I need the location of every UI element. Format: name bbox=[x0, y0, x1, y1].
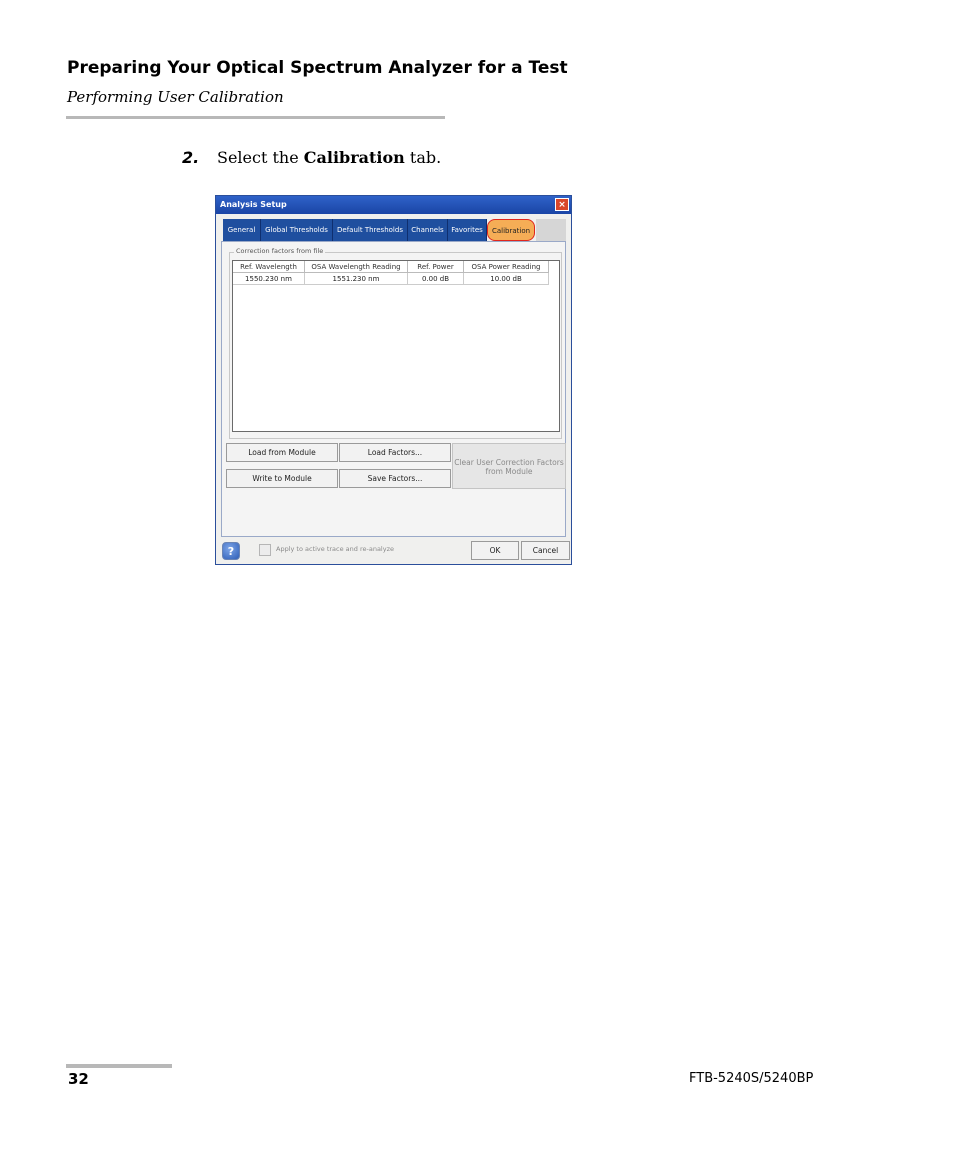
table-cell[interactable]: 0.00 dB bbox=[408, 273, 464, 285]
footer-divider bbox=[66, 1064, 172, 1068]
tab-favorites[interactable]: Favorites bbox=[448, 219, 487, 241]
step-text-after: tab. bbox=[404, 148, 442, 167]
tab-calibration[interactable]: Calibration bbox=[487, 219, 535, 241]
step-text-before: Select the bbox=[217, 148, 304, 167]
tab-general[interactable]: General bbox=[223, 219, 261, 241]
apply-checkbox-label: Apply to active trace and re-analyze bbox=[276, 545, 394, 553]
page-number: 32 bbox=[68, 1070, 89, 1088]
tab-channels[interactable]: Channels bbox=[408, 219, 448, 241]
close-icon[interactable]: × bbox=[555, 198, 569, 211]
tab-strip-filler bbox=[536, 219, 566, 241]
ok-button[interactable]: OK bbox=[471, 541, 519, 560]
dialog-titlebar: Analysis Setup × bbox=[216, 196, 571, 214]
apply-checkbox[interactable] bbox=[259, 544, 271, 556]
step-text-bold: Calibration bbox=[303, 148, 405, 167]
tab-default-thresholds[interactable]: Default Thresholds bbox=[333, 219, 408, 241]
table-cell[interactable]: 1550.230 nm bbox=[233, 273, 305, 285]
analysis-setup-dialog: Analysis Setup × General Global Threshol… bbox=[215, 195, 572, 565]
step-number: 2. bbox=[182, 148, 200, 167]
calibration-panel: Correction factors from file Ref. Wavele… bbox=[221, 241, 566, 537]
tab-global-thresholds[interactable]: Global Thresholds bbox=[261, 219, 333, 241]
help-icon[interactable]: ? bbox=[222, 542, 240, 560]
dialog-title: Analysis Setup bbox=[220, 200, 287, 209]
cancel-button[interactable]: Cancel bbox=[521, 541, 570, 560]
correction-factors-group: Correction factors from file Ref. Wavele… bbox=[229, 247, 562, 439]
column-header[interactable]: Ref. Power bbox=[408, 261, 464, 273]
correction-factors-table[interactable]: Ref. Wavelength OSA Wavelength Reading R… bbox=[232, 260, 560, 432]
page-header-title: Preparing Your Optical Spectrum Analyzer… bbox=[67, 58, 568, 78]
column-header[interactable]: Ref. Wavelength bbox=[233, 261, 305, 273]
clear-user-correction-factors-button[interactable]: Clear User Correction Factors from Modul… bbox=[452, 443, 566, 489]
save-factors-button[interactable]: Save Factors... bbox=[339, 469, 451, 488]
load-factors-button[interactable]: Load Factors... bbox=[339, 443, 451, 462]
page-header-subtitle: Performing User Calibration bbox=[67, 88, 284, 106]
write-to-module-button[interactable]: Write to Module bbox=[226, 469, 338, 488]
document-id: FTB-5240S/5240BP bbox=[689, 1071, 814, 1086]
column-header[interactable]: OSA Wavelength Reading bbox=[305, 261, 408, 273]
group-label: Correction factors from file bbox=[234, 247, 326, 255]
clear-button-line-1: Clear User Correction Factors bbox=[454, 458, 564, 467]
table-cell[interactable]: 1551.230 nm bbox=[305, 273, 408, 285]
clear-button-line-2: from Module bbox=[485, 467, 533, 476]
header-divider bbox=[66, 116, 445, 119]
column-header[interactable]: OSA Power Reading bbox=[464, 261, 549, 273]
table-cell[interactable]: 10.00 dB bbox=[464, 273, 549, 285]
step-text: Select the Calibration tab. bbox=[217, 148, 441, 167]
load-from-module-button[interactable]: Load from Module bbox=[226, 443, 338, 462]
